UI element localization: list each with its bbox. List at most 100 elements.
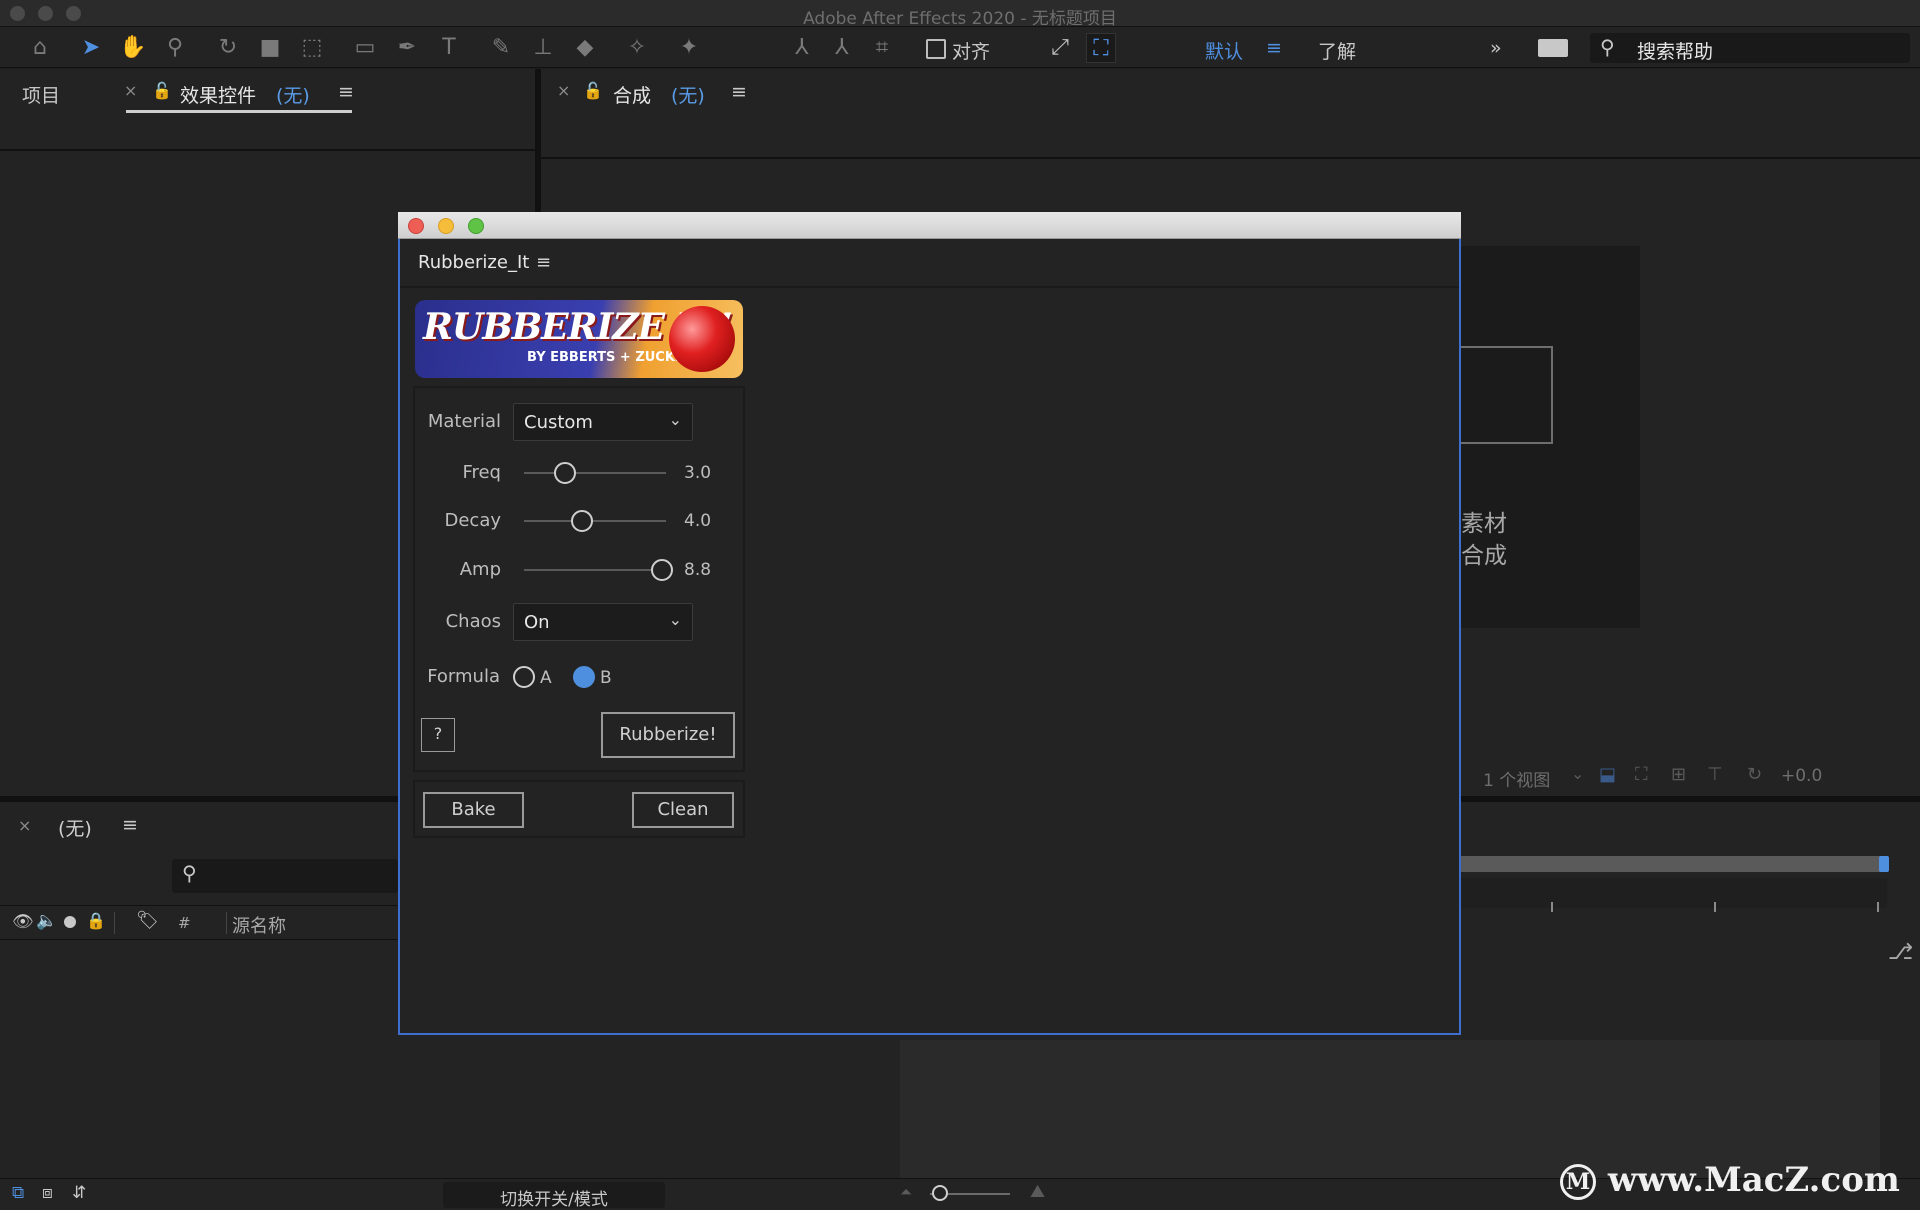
roto-brush-tool-icon[interactable]: ✧ — [622, 33, 652, 63]
comp-view-controls: 1 个视图 ⌄ ⬓ ⛶ ⊞ ⊤ ↻ +0.0 — [1461, 762, 1920, 792]
rotate-tool-icon[interactable]: ↻ — [213, 33, 243, 63]
search-icon: ⚲ — [1600, 35, 1615, 59]
zoom-slider-knob[interactable] — [932, 1185, 948, 1201]
dialog-zoom-button[interactable] — [468, 218, 484, 234]
freq-label: Freq — [462, 462, 501, 483]
views-dropdown[interactable]: 1 个视图 — [1483, 766, 1550, 791]
help-button[interactable]: ? — [421, 718, 455, 752]
snap-grid-icon[interactable]: ⛶ — [1086, 33, 1116, 63]
amp-slider-knob[interactable] — [651, 559, 673, 581]
workspace-default[interactable]: 默认 — [1205, 37, 1243, 64]
pan-behind-tool-icon[interactable]: ⬚ — [297, 33, 327, 63]
close-tab-icon[interactable]: × — [124, 81, 137, 100]
watermark-logo-icon: M — [1560, 1164, 1596, 1200]
clone-stamp-tool-icon[interactable]: ⊥ — [528, 33, 558, 63]
audio-icon[interactable]: 🔈 — [36, 911, 57, 931]
work-area-bar[interactable] — [1461, 856, 1887, 872]
zoom-in-icon[interactable]: ⛰ — [1030, 1181, 1045, 1202]
freq-value[interactable]: 3.0 — [684, 463, 711, 483]
column-source-name[interactable]: 源名称 — [232, 912, 286, 938]
clean-button[interactable]: Clean — [632, 792, 734, 828]
world-axis-icon[interactable]: ⅄ — [827, 33, 857, 63]
fast-previews-icon[interactable]: ⬓ — [1599, 764, 1616, 785]
puppet-pin-tool-icon[interactable]: ✦ — [674, 33, 704, 63]
snap-option-icon[interactable]: ⤢ — [1045, 33, 1075, 63]
view-axis-icon[interactable]: ⌗ — [867, 33, 897, 63]
timeline-search-field[interactable]: ⚲ — [172, 859, 398, 893]
timeline-menu-icon[interactable]: ≡ — [122, 814, 138, 836]
chevron-down-icon: ⌄ — [1571, 764, 1585, 783]
eye-icon[interactable]: 👁 — [12, 912, 34, 932]
zoom-tool-icon[interactable]: ⚲ — [160, 33, 190, 63]
brush-tool-icon[interactable]: ✎ — [486, 33, 516, 63]
more-workspaces-icon[interactable]: » — [1490, 37, 1502, 59]
panel-menu-icon[interactable]: ≡ — [338, 81, 354, 103]
window-titlebar: Adobe After Effects 2020 - 无标题项目 — [0, 0, 1920, 29]
sync-settings-icon[interactable] — [1538, 39, 1568, 57]
comp-panel-menu-icon[interactable]: ≡ — [731, 81, 747, 103]
tab-effect-controls[interactable]: 效果控件 — [180, 81, 256, 108]
hand-tool-icon[interactable]: ✋ — [118, 33, 148, 63]
comp-button-icon[interactable]: ⎇ — [1888, 940, 1913, 965]
decay-value[interactable]: 4.0 — [684, 511, 711, 531]
toggle-switches-modes-button[interactable]: 切换开关/模式 — [443, 1182, 665, 1210]
selection-tool-icon[interactable]: ➤ — [76, 33, 106, 63]
decay-slider-knob[interactable] — [571, 510, 593, 532]
chaos-dropdown[interactable]: On ⌄ — [513, 603, 693, 641]
dialog-close-button[interactable] — [408, 218, 424, 234]
dialog-titlebar[interactable] — [398, 212, 1461, 239]
watermark-text: www.MacZ.com — [1607, 1160, 1900, 1200]
lock-icon[interactable]: 🔓 — [152, 81, 172, 100]
amp-value[interactable]: 8.8 — [684, 560, 711, 580]
decay-slider-track[interactable] — [524, 520, 666, 522]
new-comp-icon — [1461, 346, 1553, 444]
active-tab-underline — [126, 110, 352, 113]
close-comp-tab-icon[interactable]: × — [557, 81, 570, 100]
reset-exposure-icon[interactable]: ↻ — [1747, 764, 1762, 785]
workspace-menu-icon[interactable]: ≡ — [1266, 37, 1282, 59]
home-icon[interactable]: ⌂ — [25, 33, 55, 63]
formula-radio-b[interactable] — [573, 666, 595, 688]
close-timeline-tab-icon[interactable]: × — [18, 816, 31, 835]
camera-tool-icon[interactable]: ■ — [255, 33, 285, 63]
search-help-field[interactable]: ⚲ 搜索帮助 — [1590, 33, 1910, 63]
exposure-value[interactable]: +0.0 — [1781, 766, 1822, 786]
layer-switches-icon[interactable]: ⧉ — [12, 1183, 24, 1203]
plugin-title: Rubberize_It — [418, 252, 530, 273]
material-dropdown[interactable]: Custom ⌄ — [513, 403, 693, 441]
eraser-tool-icon[interactable]: ◆ — [570, 33, 600, 63]
logo-subtext: BY EBBERTS + ZUCKER — [527, 350, 694, 365]
local-axis-icon[interactable]: ⅄ — [787, 33, 817, 63]
plugin-menu-icon[interactable]: ≡ — [536, 252, 551, 273]
window-title: Adobe After Effects 2020 - 无标题项目 — [803, 9, 1117, 29]
freq-slider-knob[interactable] — [554, 462, 576, 484]
transfer-controls-icon[interactable]: ⧈ — [42, 1183, 53, 1203]
label-tag-icon[interactable]: 🏷 — [136, 910, 159, 931]
rectangle-tool-icon[interactable]: ▭ — [350, 33, 380, 63]
dialog-minimize-button[interactable] — [438, 218, 454, 234]
rubberize-button[interactable]: Rubberize! — [601, 712, 735, 758]
amp-slider-track[interactable] — [524, 569, 666, 571]
chevron-down-icon: ⌄ — [668, 410, 682, 429]
bake-button[interactable]: Bake — [423, 792, 524, 828]
tab-project[interactable]: 项目 — [22, 81, 60, 108]
lock-icon[interactable]: 🔒 — [86, 911, 106, 930]
chaos-value: On — [524, 612, 550, 633]
time-ruler[interactable] — [1461, 878, 1887, 912]
workspace-learn[interactable]: 了解 — [1318, 37, 1356, 64]
freq-slider-track[interactable] — [524, 472, 666, 474]
search-icon: ⚲ — [182, 861, 197, 885]
comp-lock-icon[interactable]: 🔓 — [583, 81, 603, 100]
snapshot-icon[interactable]: ⛶ — [1635, 764, 1648, 785]
tab-composition[interactable]: 合成 — [613, 81, 651, 108]
align-checkbox[interactable] — [926, 39, 946, 59]
zoom-out-icon[interactable]: ⏶ — [900, 1183, 912, 1201]
work-area-end-handle[interactable] — [1879, 856, 1889, 872]
type-tool-icon[interactable]: T — [434, 33, 464, 63]
show-channel-icon[interactable]: ⊞ — [1671, 764, 1686, 785]
solo-icon[interactable] — [64, 916, 76, 928]
formula-radio-a[interactable] — [513, 666, 535, 688]
flowchart-icon[interactable]: ⊤ — [1707, 764, 1723, 785]
pen-tool-icon[interactable]: ✒ — [392, 33, 422, 63]
in-out-icon[interactable]: ⇵ — [72, 1183, 86, 1203]
